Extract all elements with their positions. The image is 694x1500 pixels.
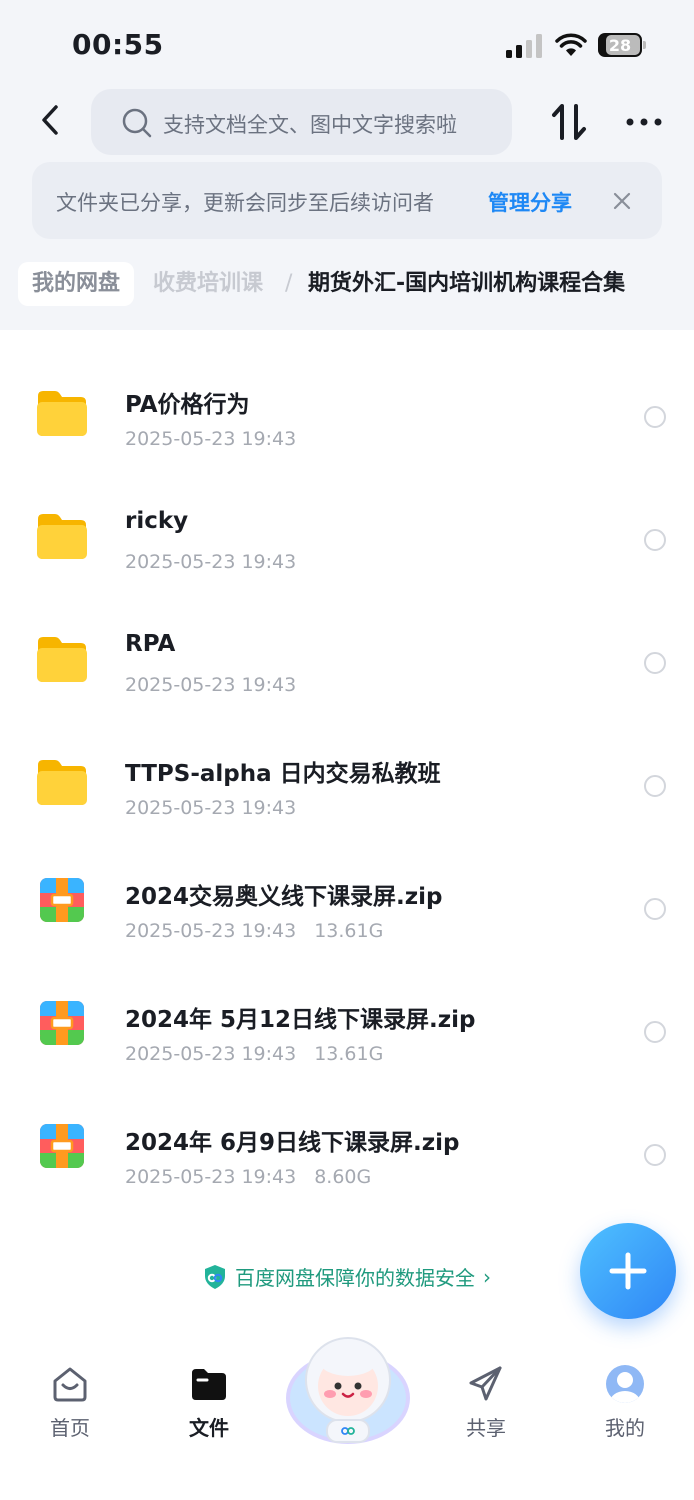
file-date: 2025-05-23 19:43: [125, 1043, 297, 1065]
folder-tab-icon: [192, 1369, 226, 1400]
add-button[interactable]: [580, 1223, 676, 1319]
list-item[interactable]: PA价格行为 2025-05-23 19:43: [0, 330, 694, 453]
chevron-right-icon: ›: [483, 1264, 491, 1289]
file-size: 13.61G: [314, 920, 384, 942]
battery-level: 28: [608, 35, 632, 55]
search-input[interactable]: 支持文档全文、图中文字搜索啦: [91, 89, 512, 155]
select-radio[interactable]: [644, 1021, 666, 1043]
ai-assistant-mascot-icon[interactable]: [283, 1328, 413, 1448]
folder-icon: [37, 391, 87, 436]
home-icon: [53, 1367, 87, 1402]
tab-mine[interactable]: 我的: [575, 1364, 675, 1444]
paper-plane-icon: [469, 1366, 502, 1401]
tab-files-label: 文件: [189, 1416, 229, 1440]
file-date: 2025-05-23 19:43: [125, 428, 297, 450]
tab-share[interactable]: 共享: [436, 1364, 536, 1444]
select-radio[interactable]: [644, 406, 666, 428]
file-list: PA价格行为 2025-05-23 19:43 ricky 2025-05-23…: [0, 330, 694, 1350]
breadcrumb-item-paid-courses[interactable]: 收费培训课: [153, 262, 263, 306]
list-item[interactable]: ricky 2025-05-23 19:43: [0, 453, 694, 576]
zip-archive-icon: [40, 878, 84, 922]
share-notice-text: 文件夹已分享，更新会同步至后续访问者: [56, 191, 434, 215]
list-item[interactable]: 2024交易奥义线下课录屏.zip 2025-05-23 19:43 13.61G: [0, 822, 694, 945]
share-notice-banner: 文件夹已分享，更新会同步至后续访问者 管理分享: [32, 162, 662, 239]
select-radio[interactable]: [644, 652, 666, 674]
bottom-tab-bar: 首页 文件 共享 我的: [0, 1337, 694, 1500]
file-name: RPA: [125, 631, 176, 657]
zip-archive-icon: [40, 1124, 84, 1168]
file-meta: 2025-05-23 19:43: [125, 797, 296, 819]
folder-icon: [37, 637, 87, 682]
tab-home[interactable]: 首页: [20, 1364, 120, 1444]
file-meta: 2025-05-23 19:43: [125, 428, 296, 450]
tab-mine-label: 我的: [605, 1416, 645, 1440]
breadcrumb: 收费培训课 我的网盘 / 期货外汇-国内培训机构课程合集: [0, 262, 694, 308]
file-size: 13.61G: [314, 1043, 384, 1065]
tab-home-label: 首页: [50, 1416, 90, 1440]
file-name: TTPS-alpha 日内交易私教班: [125, 761, 441, 787]
page: 00:55 28 支持文档全文、图中文字搜索啦 文件夹已分享，更新会同步至后续访…: [0, 0, 694, 1500]
list-item[interactable]: TTPS-alpha 日内交易私教班 2025-05-23 19:43: [0, 699, 694, 822]
status-time: 00:55: [72, 28, 164, 61]
file-date: 2025-05-23 19:43: [125, 1166, 297, 1188]
plus-icon: [609, 1252, 647, 1290]
sort-icon[interactable]: [550, 102, 590, 142]
battery-icon: 28: [598, 33, 646, 57]
wifi-icon: [555, 33, 587, 56]
file-meta: 2025-05-23 19:43: [125, 551, 296, 573]
file-size: 8.60G: [314, 1166, 372, 1188]
search-icon: [122, 108, 152, 138]
breadcrumb-separator: /: [285, 271, 293, 296]
list-item[interactable]: 2024年 6月9日线下课录屏.zip 2025-05-23 19:43 8.60…: [0, 1068, 694, 1191]
list-item[interactable]: RPA 2025-05-23 19:43: [0, 576, 694, 699]
file-name: 2024年 6月9日线下课录屏.zip: [125, 1130, 460, 1156]
shield-icon: [205, 1264, 225, 1289]
file-name: ricky: [125, 508, 189, 534]
file-name: 2024年 5月12日线下课录屏.zip: [125, 1007, 476, 1033]
cellular-signal-icon: [506, 34, 542, 58]
zip-archive-icon: [40, 1001, 84, 1045]
tab-files[interactable]: 文件: [159, 1364, 259, 1444]
file-name: 2024交易奥义线下课录屏.zip: [125, 884, 443, 910]
file-meta: 2025-05-23 19:43 8.60G: [125, 1166, 371, 1188]
more-options-icon[interactable]: [624, 112, 664, 132]
select-radio[interactable]: [644, 529, 666, 551]
file-name: PA价格行为: [125, 392, 250, 418]
folder-icon: [37, 760, 87, 805]
tab-share-label: 共享: [466, 1416, 506, 1440]
back-arrow-icon[interactable]: [36, 102, 68, 138]
file-date: 2025-05-23 19:43: [125, 551, 297, 573]
file-meta: 2025-05-23 19:43: [125, 674, 296, 696]
data-safety-text: 百度网盘保障你的数据安全: [235, 1266, 475, 1290]
select-radio[interactable]: [644, 775, 666, 797]
search-placeholder: 支持文档全文、图中文字搜索啦: [163, 113, 457, 137]
file-meta: 2025-05-23 19:43 13.61G: [125, 920, 383, 942]
list-item[interactable]: 2024年 5月12日线下课录屏.zip 2025-05-23 19:43 13.…: [0, 945, 694, 1068]
breadcrumb-current-folder: 期货外汇-国内培训机构课程合集: [308, 271, 626, 296]
manage-share-link[interactable]: 管理分享: [488, 187, 572, 217]
file-meta: 2025-05-23 19:43 13.61G: [125, 1043, 383, 1065]
folder-icon: [37, 514, 87, 559]
select-radio[interactable]: [644, 898, 666, 920]
breadcrumb-item-my-drive[interactable]: 我的网盘: [18, 262, 135, 306]
select-radio[interactable]: [644, 1144, 666, 1166]
file-date: 2025-05-23 19:43: [125, 797, 297, 819]
avatar-icon: [606, 1365, 644, 1403]
file-date: 2025-05-23 19:43: [125, 674, 297, 696]
file-date: 2025-05-23 19:43: [125, 920, 297, 942]
status-bar: 00:55 28: [0, 0, 694, 90]
close-icon[interactable]: [611, 190, 633, 212]
